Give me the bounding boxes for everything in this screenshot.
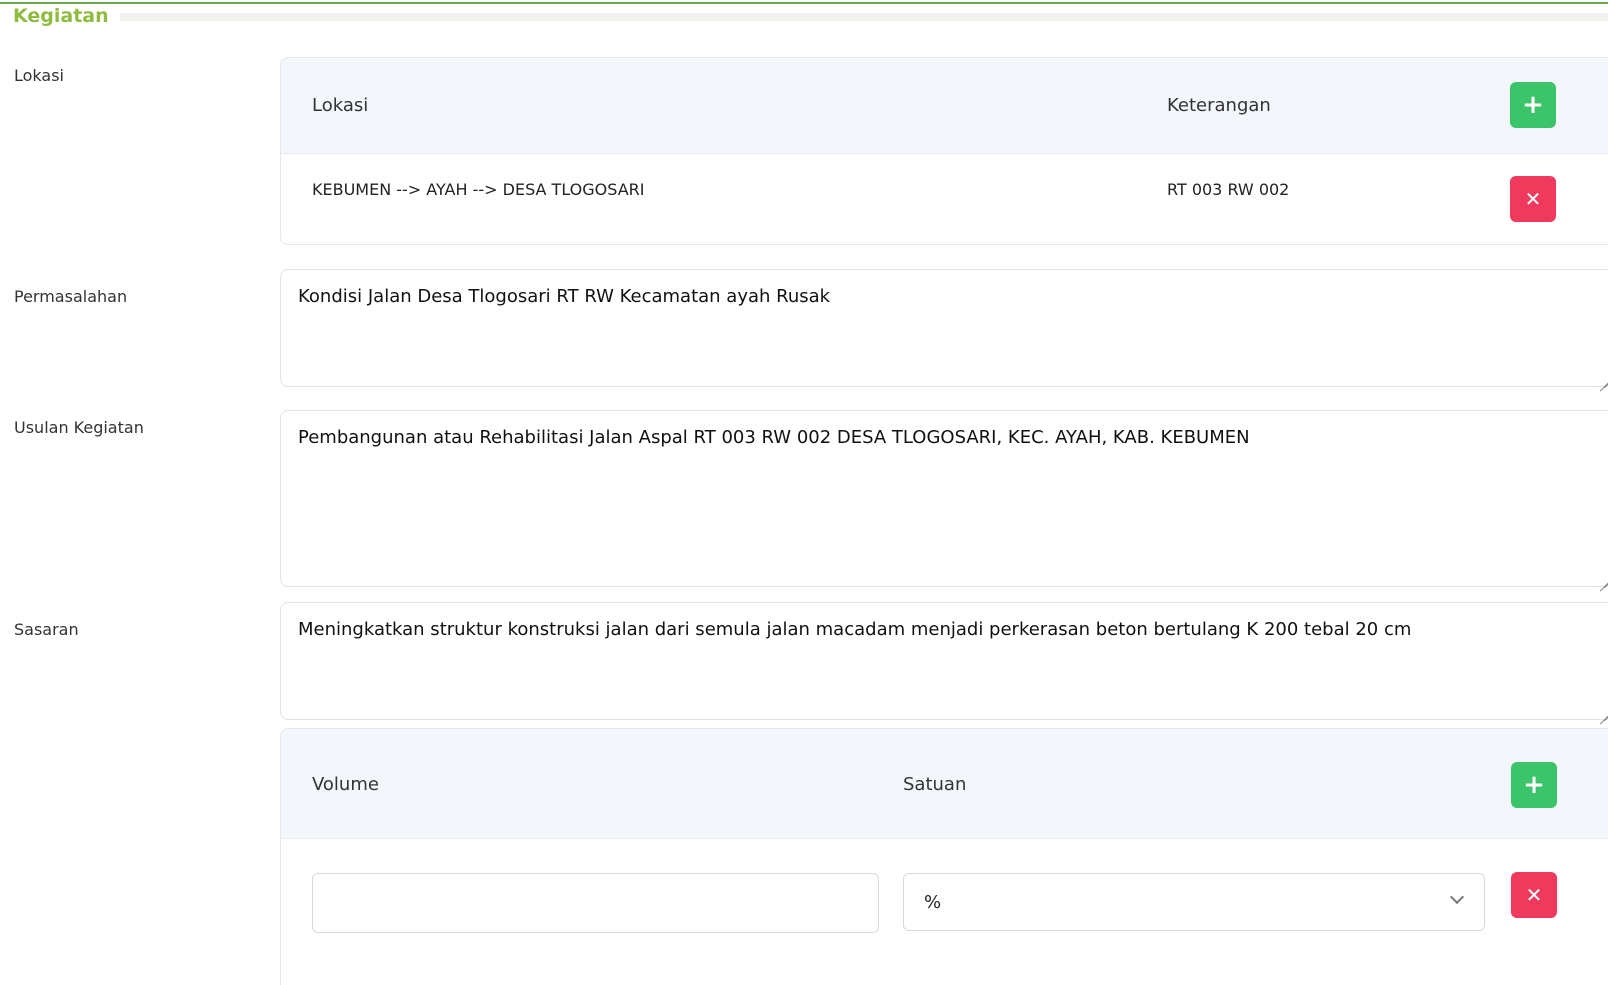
add-volume-button[interactable]: +	[1511, 762, 1557, 808]
add-lokasi-button[interactable]: +	[1510, 82, 1556, 128]
resize-grip-icon[interactable]	[1599, 373, 1608, 383]
satuan-selected-value: %	[924, 892, 942, 913]
permasalahan-label: Permasalahan	[14, 287, 128, 306]
plus-icon: +	[1523, 770, 1545, 800]
permasalahan-text: Kondisi Jalan Desa Tlogosari RT RW Kecam…	[298, 286, 831, 307]
sasaran-text: Meningkatkan struktur konstruksi jalan d…	[298, 619, 1412, 640]
volume-column-header: Volume	[312, 774, 379, 795]
delete-volume-button[interactable]: ✕	[1511, 872, 1557, 918]
close-icon: ✕	[1524, 187, 1542, 211]
table-row: % ✕	[281, 839, 1608, 985]
chevron-down-icon	[1449, 889, 1465, 905]
satuan-select[interactable]: %	[903, 873, 1485, 931]
volume-table-header: Volume Satuan +	[281, 729, 1608, 839]
volume-table: Volume Satuan + % ✕	[280, 728, 1608, 985]
lokasi-column-header: Lokasi	[312, 95, 369, 116]
keterangan-column-header: Keterangan	[1167, 95, 1271, 116]
close-icon: ✕	[1525, 883, 1543, 907]
resize-grip-icon[interactable]	[1599, 706, 1608, 716]
usulan-kegiatan-label: Usulan Kegiatan	[14, 418, 144, 437]
sasaran-textarea[interactable]: Meningkatkan struktur konstruksi jalan d…	[280, 602, 1608, 720]
lokasi-table: Lokasi Keterangan + KEBUMEN --> AYAH -->…	[280, 57, 1608, 245]
sasaran-label: Sasaran	[14, 620, 79, 639]
permasalahan-textarea[interactable]: Kondisi Jalan Desa Tlogosari RT RW Kecam…	[280, 269, 1608, 387]
delete-lokasi-button[interactable]: ✕	[1510, 176, 1556, 222]
section-title-rule	[120, 13, 1608, 21]
resize-grip-icon[interactable]	[1599, 573, 1608, 583]
table-row: KEBUMEN --> AYAH --> DESA TLOGOSARI RT 0…	[281, 154, 1608, 244]
section-title: Kegiatan	[13, 5, 117, 27]
usulan-kegiatan-text: Pembangunan atau Rehabilitasi Jalan Aspa…	[298, 427, 1250, 448]
lokasi-cell: KEBUMEN --> AYAH --> DESA TLOGOSARI	[312, 180, 645, 199]
lokasi-label: Lokasi	[14, 66, 64, 85]
usulan-kegiatan-textarea[interactable]: Pembangunan atau Rehabilitasi Jalan Aspa…	[280, 410, 1608, 587]
volume-input[interactable]	[312, 873, 879, 933]
lokasi-table-header: Lokasi Keterangan +	[281, 58, 1608, 154]
plus-icon: +	[1522, 90, 1544, 120]
keterangan-cell: RT 003 RW 002	[1167, 180, 1290, 199]
satuan-column-header: Satuan	[903, 774, 967, 795]
section-top-line	[0, 2, 1608, 4]
